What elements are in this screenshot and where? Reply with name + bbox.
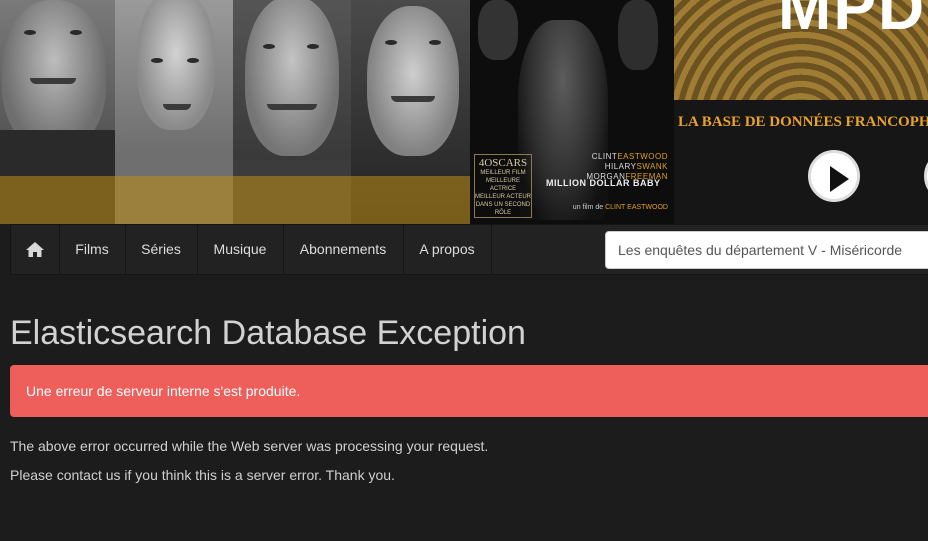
poster-movie-title: MILLION DOLLAR BABY xyxy=(546,178,661,188)
award-line: MEILLEURE ACTRICE xyxy=(485,178,520,192)
search-input[interactable] xyxy=(605,231,928,269)
oscars-badge: 4OSCARS MEILLEUR FILM MEILLEURE ACTRICE … xyxy=(474,154,532,218)
site-logo-panel: MPD LA BASE DE DONNÉES FRANCOPH xyxy=(674,0,928,224)
oscars-label: OSCARS xyxy=(484,157,528,169)
site-tagline: LA BASE DE DONNÉES FRANCOPH xyxy=(678,114,928,130)
nav-musique[interactable]: Musique xyxy=(197,225,284,274)
page-title: Elasticsearch Database Exception xyxy=(10,314,526,352)
poster-director: un film de CLINT EASTWOOD xyxy=(573,204,668,211)
credit-last: SWANK xyxy=(636,162,668,171)
nav-abonnements[interactable]: Abonnements xyxy=(283,225,404,274)
header-banner: 4OSCARS MEILLEUR FILM MEILLEURE ACTRICE … xyxy=(0,0,928,224)
play-icon xyxy=(830,166,849,192)
nav-home[interactable] xyxy=(11,225,60,274)
award-line: MEILLEUR FILM xyxy=(480,170,526,176)
poster-figure xyxy=(478,0,518,60)
play-button[interactable] xyxy=(924,150,928,202)
site-logo[interactable]: MPD xyxy=(778,0,926,44)
director-name: CLINT EASTWOOD xyxy=(605,204,668,211)
error-description: The above error occurred while the Web s… xyxy=(10,438,489,454)
award-line: MEILLEUR ACTEUR xyxy=(475,194,532,200)
play-button[interactable] xyxy=(808,150,860,202)
award-line: DANS UN SECOND RÔLE xyxy=(475,202,531,216)
credit-last: EASTWOOD xyxy=(617,152,668,161)
nav-series[interactable]: Séries xyxy=(125,225,198,274)
credit-first: CLINT xyxy=(591,152,618,161)
nav-a-propos[interactable]: A propos xyxy=(403,225,492,274)
home-icon xyxy=(26,242,44,257)
movie-poster[interactable]: 4OSCARS MEILLEUR FILM MEILLEURE ACTRICE … xyxy=(470,0,674,224)
poster-figure xyxy=(618,0,658,70)
error-contact-note: Please contact us if you think this is a… xyxy=(10,467,395,483)
nav-films[interactable]: Films xyxy=(59,225,126,274)
credit-first: HILARY xyxy=(604,162,637,171)
error-alert: Une erreur de serveur interne s'est prod… xyxy=(10,365,928,417)
director-prefix: un film de xyxy=(572,204,604,211)
banner-gold-overlay xyxy=(0,176,470,224)
